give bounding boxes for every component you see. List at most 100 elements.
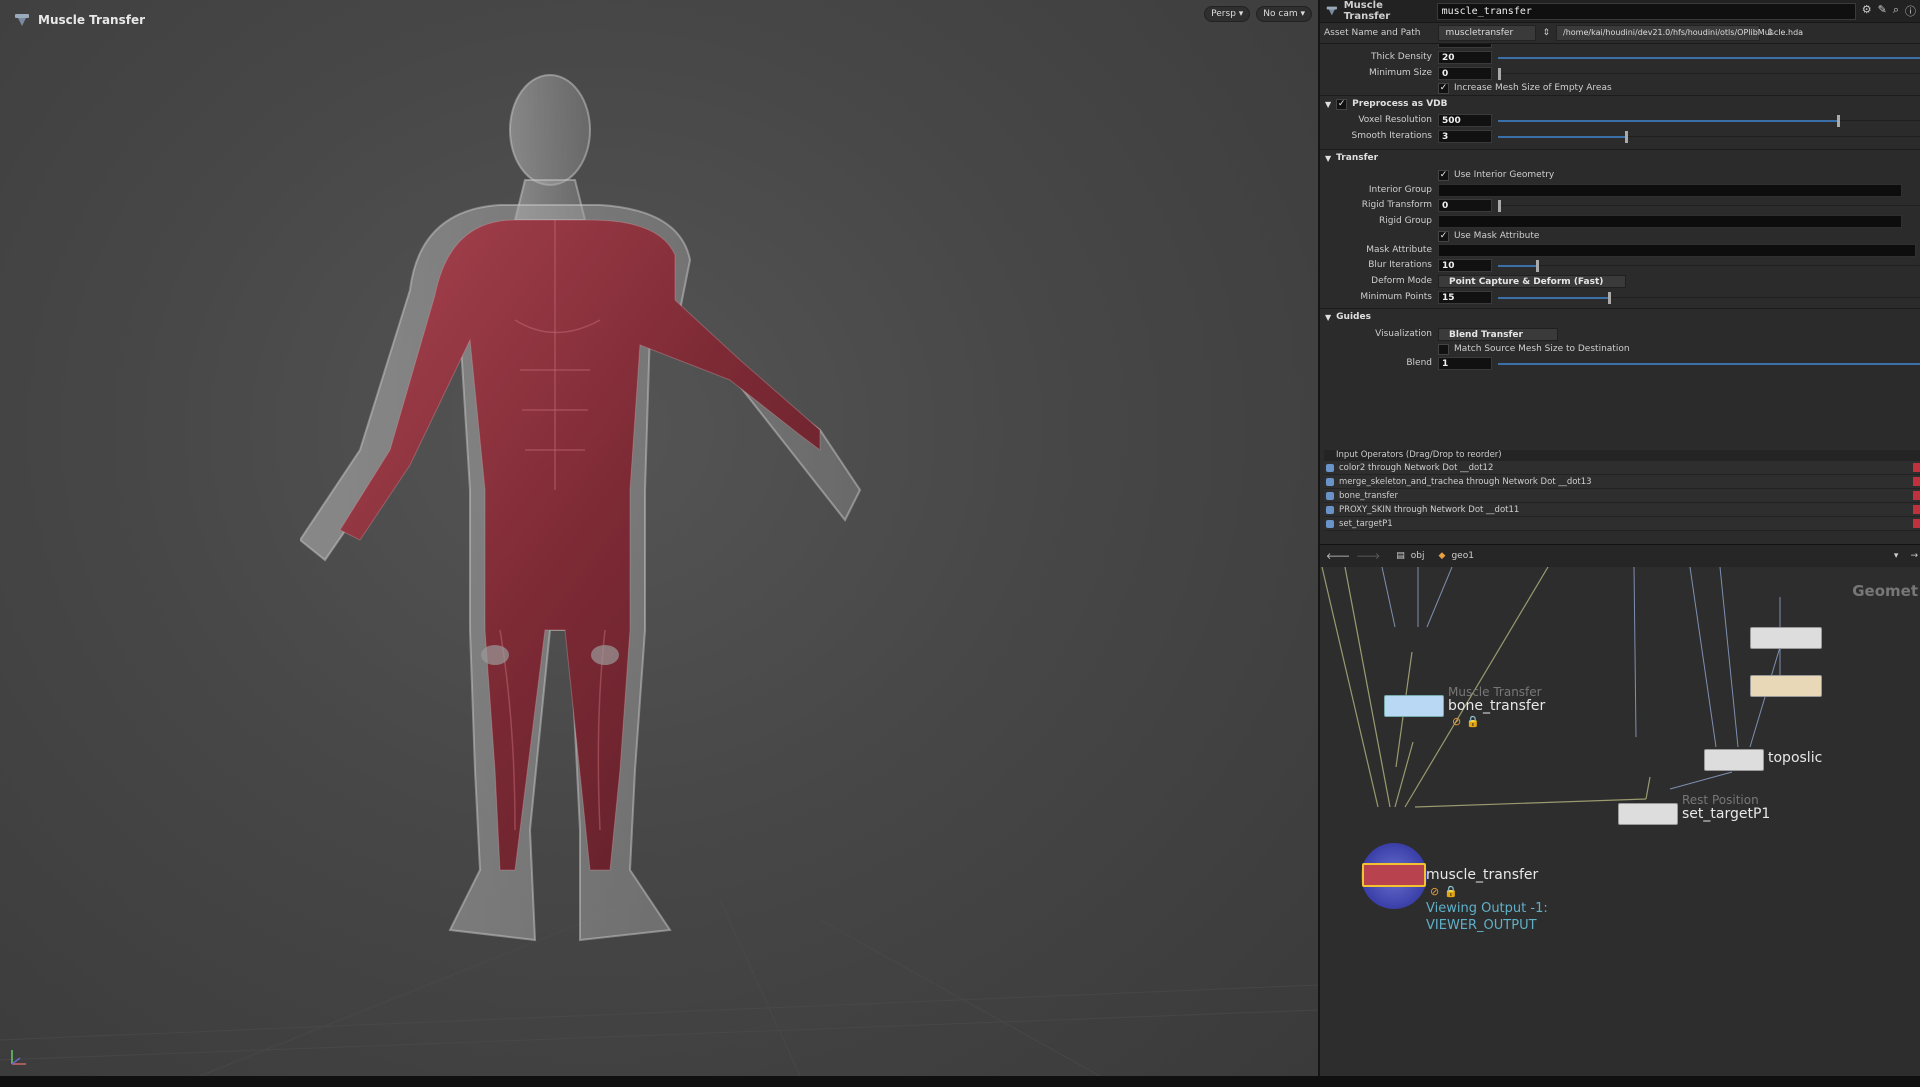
section-preprocess-vdb[interactable]: ▼ ✓ Preprocess as VDB [1320, 95, 1920, 112]
thick-density-slider[interactable] [1498, 57, 1920, 59]
toposlide-name: toposlic [1768, 750, 1823, 766]
section-guides[interactable]: ▼ Guides [1320, 308, 1920, 325]
collapse-triangle-icon: ▼ [1325, 153, 1332, 163]
param-row-visualization: Visualization Blend Transfer [1320, 327, 1920, 341]
param-row-use-mask: ✓ Use Mask Attribute [1320, 229, 1920, 243]
muscle-transfer-name: muscle_transfer [1426, 867, 1539, 883]
obj-folder-icon: ▤ [1396, 551, 1405, 561]
input-operators-list: Input Operators (Drag/Drop to reorder) c… [1324, 450, 1920, 531]
use-mask-label: Use Mask Attribute [1454, 231, 1540, 241]
mask-attr-field[interactable] [1438, 243, 1916, 257]
network-editor[interactable]: Geomet Muscle Transfer bone_transfer ⊘ 🔒… [1320, 567, 1920, 1076]
param-row-rigid-transform: Rigid Transform 0 [1320, 198, 1920, 212]
list-item[interactable]: color2 through Network Dot __dot12 [1324, 461, 1920, 475]
rigid-group-field[interactable] [1438, 214, 1902, 228]
visualization-label: Visualization [1375, 329, 1432, 339]
blur-iter-slider[interactable] [1498, 260, 1920, 272]
list-item[interactable]: bone_transfer [1324, 489, 1920, 503]
blend-field[interactable]: 1 [1438, 356, 1492, 370]
path-obj[interactable]: obj [1411, 551, 1425, 561]
deform-mode-combo[interactable]: Point Capture & Deform (Fast) [1438, 274, 1626, 288]
match-source-checkbox[interactable]: Match Source Mesh Size to Destination [1438, 343, 1630, 355]
chevron-down-icon[interactable]: ▾ [1894, 551, 1899, 561]
min-size-slider[interactable] [1498, 68, 1920, 80]
remove-input-icon[interactable] [1913, 505, 1920, 514]
forward-arrow-icon[interactable]: 🡒 [1356, 551, 1380, 562]
guides-label: Guides [1336, 312, 1371, 322]
visualization-combo[interactable]: Blend Transfer [1438, 327, 1558, 341]
smooth-iter-slider[interactable] [1498, 131, 1920, 143]
muscle-transfer-icon [15, 14, 29, 26]
min-points-field[interactable]: 15 [1438, 290, 1492, 304]
asset-path-combo[interactable]: /home/kai/houdini/dev21.0/hfs/houdini/ot… [1556, 25, 1803, 41]
right-panel: Muscle Transfer muscle_transfer ⚙ ✎ ⌕ ⓘ … [1318, 0, 1920, 1076]
thick-density-field[interactable]: 20 [1438, 50, 1492, 64]
asset-name-combo[interactable]: muscletransfer [1438, 25, 1537, 41]
increase-mesh-checkbox[interactable]: ✓ Increase Mesh Size of Empty Areas [1438, 82, 1612, 94]
param-row-min-size: Minimum Size 0 [1320, 66, 1920, 80]
checkmark-icon[interactable]: ✓ [1336, 98, 1348, 110]
search-icon[interactable]: ⌕ [1893, 3, 1899, 19]
context-label: Geomet [1852, 582, 1918, 600]
bone-transfer-type: Muscle Transfer [1448, 685, 1542, 699]
collapse-triangle-icon: ▼ [1325, 99, 1332, 109]
partial-field[interactable] [1438, 44, 1492, 48]
bypass-flag-icon: ⊘ [1452, 715, 1462, 728]
input-operators-header: Input Operators (Drag/Drop to reorder) [1324, 450, 1920, 461]
param-row-use-interior: ✓ Use Interior Geometry [1320, 168, 1920, 182]
empty-checkbox-icon [1438, 343, 1449, 355]
node-right-1[interactable] [1750, 627, 1822, 649]
path-geo[interactable]: geo1 [1451, 551, 1473, 561]
remove-input-icon[interactable] [1913, 463, 1920, 472]
remove-input-icon[interactable] [1913, 477, 1920, 486]
remove-input-icon[interactable] [1913, 519, 1920, 528]
collapse-triangle-icon: ▼ [1325, 312, 1332, 322]
combo-arrow-icon: ⇕ [1766, 28, 1774, 38]
node-right-2[interactable] [1750, 675, 1822, 697]
set-target-type: Rest Position [1682, 793, 1759, 807]
blur-iter-label: Blur Iterations [1368, 260, 1432, 270]
pencil-icon[interactable]: ✎ [1878, 3, 1887, 19]
muscle-transfer-node[interactable] [1362, 863, 1426, 887]
section-transfer[interactable]: ▼ Transfer [1320, 149, 1920, 166]
node-bullet-icon [1326, 519, 1334, 528]
preprocess-label: Preprocess as VDB [1352, 99, 1448, 109]
viewport-buttons: Persp ▾ No cam ▾ [1204, 6, 1312, 22]
min-size-field[interactable]: 0 [1438, 66, 1492, 80]
camera-menu-button[interactable]: No cam ▾ [1256, 6, 1312, 22]
viewing-line-2: VIEWER_OUTPUT [1426, 918, 1537, 933]
voxel-res-slider[interactable] [1498, 115, 1920, 127]
blur-iter-field[interactable]: 10 [1438, 258, 1492, 272]
bone-transfer-node[interactable] [1384, 695, 1444, 717]
blend-slider[interactable] [1498, 363, 1920, 365]
back-arrow-icon[interactable]: 🡐 [1326, 551, 1350, 562]
persp-menu-button[interactable]: Persp ▾ [1204, 6, 1251, 22]
node-name-field[interactable]: muscle_transfer [1436, 2, 1856, 20]
voxel-res-field[interactable]: 500 [1438, 113, 1492, 127]
set-target-node[interactable] [1618, 803, 1678, 825]
rigid-transform-field[interactable]: 0 [1438, 198, 1492, 212]
interior-group-field[interactable] [1438, 183, 1902, 197]
param-row-match-source: Match Source Mesh Size to Destination [1320, 342, 1920, 356]
node-bullet-icon [1326, 505, 1334, 514]
info-icon[interactable]: ⓘ [1905, 3, 1916, 19]
arrow-right-icon[interactable]: → [1910, 551, 1918, 561]
rigid-transform-slider[interactable] [1498, 200, 1920, 212]
smooth-iter-field[interactable]: 3 [1438, 129, 1492, 143]
voxel-res-label: Voxel Resolution [1358, 115, 1432, 125]
param-row-rigid-group: Rigid Group [1320, 214, 1920, 228]
list-item[interactable]: set_targetP1 [1324, 517, 1920, 531]
checkmark-icon: ✓ [1438, 169, 1449, 181]
scene-viewport[interactable]: Muscle Transfer Persp ▾ No cam ▾ [0, 0, 1318, 1076]
node-bullet-icon [1326, 463, 1334, 472]
remove-input-icon[interactable] [1913, 491, 1920, 500]
toposlide-node[interactable] [1704, 749, 1764, 771]
use-mask-checkbox[interactable]: ✓ Use Mask Attribute [1438, 230, 1540, 242]
list-item[interactable]: merge_skeleton_and_trachea through Netwo… [1324, 475, 1920, 489]
mask-attr-label: Mask Attribute [1366, 245, 1432, 255]
gear-icon[interactable]: ⚙ [1862, 3, 1872, 19]
list-item[interactable]: PROXY_SKIN through Network Dot __dot11 [1324, 503, 1920, 517]
input-operator-label: bone_transfer [1339, 490, 1399, 501]
min-points-slider[interactable] [1498, 292, 1920, 304]
use-interior-checkbox[interactable]: ✓ Use Interior Geometry [1438, 169, 1554, 181]
